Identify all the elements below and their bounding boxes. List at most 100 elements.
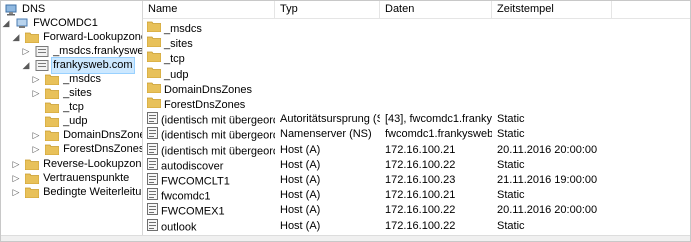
chevron-right-icon[interactable]: ▷ <box>31 72 41 87</box>
table-row[interactable]: (identisch mit übergeordne... Namenserver… <box>143 127 690 142</box>
cell-name: FWCOMEX1 <box>147 203 275 218</box>
chevron-right-icon[interactable]: ▷ <box>31 142 41 157</box>
chevron-right-icon[interactable]: ▷ <box>11 185 21 200</box>
folder-icon <box>147 51 162 66</box>
table-row[interactable]: FWCOMCLT1 Host (A) 172.16.100.23 21.11.2016… <box>143 173 690 188</box>
folder-icon <box>147 97 162 112</box>
tree-item-forestdnszones[interactable]: ▷ ForestDnsZones <box>31 142 142 157</box>
chevron-right-icon[interactable]: ▷ <box>11 171 21 186</box>
cell-timestamp <box>497 36 637 51</box>
cell-name: _sites <box>147 36 275 51</box>
tree-item-label: _msdcs.frankysweb.c <box>53 45 143 57</box>
folder-icon <box>44 102 60 113</box>
tree-item-domaindnszones[interactable]: ▷ DomainDnsZones <box>31 128 142 143</box>
folder-icon <box>44 74 60 85</box>
tree-item-msdcs[interactable]: ▷ _msdcs <box>31 72 102 87</box>
tree-item-udp[interactable]: _udp <box>31 114 89 129</box>
table-row[interactable]: _msdcs <box>143 21 690 36</box>
table-row[interactable]: _tcp <box>143 51 690 66</box>
cell-name: ForestDnsZones <box>147 97 275 112</box>
records-list: Name Typ Daten Zeitstempel _msdcs _sites _… <box>143 1 690 241</box>
tree-item-label: _sites <box>63 87 92 99</box>
chevron-right-icon[interactable]: ▷ <box>31 128 41 143</box>
tree-item-label: _tcp <box>63 101 84 113</box>
cell-data <box>385 36 492 51</box>
cell-timestamp: Static <box>497 189 525 202</box>
record-icon <box>147 112 158 127</box>
table-row[interactable]: (identisch mit übergeordne... Autoritätsu… <box>143 112 690 127</box>
record-name: DomainDnsZones <box>164 83 253 96</box>
tree-item-forward-zones[interactable]: ◢ Forward-Lookupzonen <box>11 30 143 45</box>
column-header-timestamp[interactable]: Zeitstempel <box>492 1 612 18</box>
tree-item-dns[interactable]: DNS <box>4 2 46 17</box>
chevron-down-icon[interactable]: ◢ <box>11 30 21 45</box>
cell-data: 172.16.100.22 <box>385 219 456 232</box>
table-row[interactable]: fwcomdc1 Host (A) 172.16.100.21 Static <box>143 188 690 203</box>
tree-item-trust-points[interactable]: ▷ Vertrauenspunkte <box>11 171 130 186</box>
zone-icon <box>35 59 49 71</box>
chevron-right-icon[interactable]: ▷ <box>31 86 41 101</box>
record-name: (identisch mit übergeordne... <box>161 114 275 127</box>
tree-item-frankysweb-zone[interactable]: ◢ frankysweb.com <box>21 57 135 74</box>
table-row[interactable]: outlook Host (A) 172.16.100.22 Static <box>143 218 690 234</box>
column-header-data[interactable]: Daten <box>380 1 492 18</box>
folder-icon <box>44 130 60 141</box>
cell-name: (identisch mit übergeordne... <box>147 142 275 158</box>
record-icon <box>147 203 158 218</box>
cell-timestamp <box>497 97 637 112</box>
tree-item-label: _msdcs <box>63 73 101 85</box>
table-row[interactable]: _udp <box>143 67 690 82</box>
record-name: _udp <box>164 68 189 81</box>
record-name: autodiscover <box>161 160 224 173</box>
record-name: FWCOMEX1 <box>161 205 225 218</box>
record-name: _sites <box>164 38 193 51</box>
chevron-down-icon[interactable]: ◢ <box>1 16 11 31</box>
dns-manager-window: DNS ◢ FWCOMDC1 ◢ Forward-Lookupzonen ▷ _… <box>0 0 691 242</box>
tree-item-label: Vertrauenspunkte <box>43 172 130 184</box>
chevron-right-icon[interactable]: ▷ <box>11 157 21 172</box>
tree-item-server[interactable]: ◢ FWCOMDC1 <box>1 16 99 31</box>
cell-timestamp <box>497 51 637 66</box>
cell-type <box>280 82 380 97</box>
tree-item-label: Forward-Lookupzonen <box>43 31 143 43</box>
cell-name: _msdcs <box>147 21 275 36</box>
record-name: (identisch mit übergeordne... <box>161 129 275 142</box>
cell-data: 172.16.100.21 <box>385 143 456 156</box>
tree-item-msdcs-zone[interactable]: ▷ _msdcs.frankysweb.c <box>21 44 143 59</box>
record-name: ForestDnsZones <box>164 98 246 111</box>
tree-item-reverse-zones[interactable]: ▷ Reverse-Lookupzonen <box>11 157 142 172</box>
table-row[interactable]: autodiscover Host (A) 172.16.100.22 Static <box>143 157 690 173</box>
chevron-down-icon[interactable]: ◢ <box>21 58 31 73</box>
cell-data <box>385 82 492 97</box>
folder-icon <box>147 67 162 82</box>
chevron-right-icon[interactable]: ▷ <box>21 44 31 59</box>
cell-type: Host (A) <box>280 158 321 171</box>
folder-icon <box>44 116 60 127</box>
tree-item-label: FWCOMDC1 <box>33 17 98 29</box>
table-row[interactable]: _sites <box>143 36 690 51</box>
horizontal-scrollbar[interactable] <box>1 235 690 241</box>
cell-timestamp: Static <box>497 113 525 126</box>
record-icon <box>147 157 158 173</box>
cell-timestamp: 20.11.2016 20:00:00 <box>497 204 598 217</box>
table-row[interactable]: ForestDnsZones <box>143 97 690 112</box>
record-icon <box>147 142 158 158</box>
tree-item-conditional-forwarders[interactable]: ▷ Bedingte Weiterleitungen <box>11 185 142 200</box>
table-row[interactable]: (identisch mit übergeordne... Host (A) 172… <box>143 142 690 158</box>
record-name: (identisch mit übergeordne... <box>161 145 275 157</box>
folder-icon <box>44 88 60 99</box>
tree-item-label: _udp <box>63 115 88 127</box>
cell-data: 172.16.100.22 <box>385 158 456 171</box>
tree-item-sites[interactable]: ▷ _sites <box>31 86 93 101</box>
list-header: Name Typ Daten Zeitstempel <box>143 1 690 19</box>
tree-item-label: DNS <box>22 3 46 15</box>
cell-data <box>385 97 492 112</box>
tree-item-tcp[interactable]: _tcp <box>31 100 85 115</box>
table-row[interactable]: DomainDnsZones <box>143 82 690 97</box>
column-header-name[interactable]: Name <box>143 1 275 18</box>
column-header-type[interactable]: Typ <box>275 1 380 18</box>
cell-type: Namenserver (NS) <box>280 128 372 141</box>
cell-type: Host (A) <box>280 143 321 156</box>
table-row[interactable]: FWCOMEX1 Host (A) 172.16.100.22 20.11.2016 … <box>143 203 690 218</box>
folder-icon <box>24 187 40 198</box>
